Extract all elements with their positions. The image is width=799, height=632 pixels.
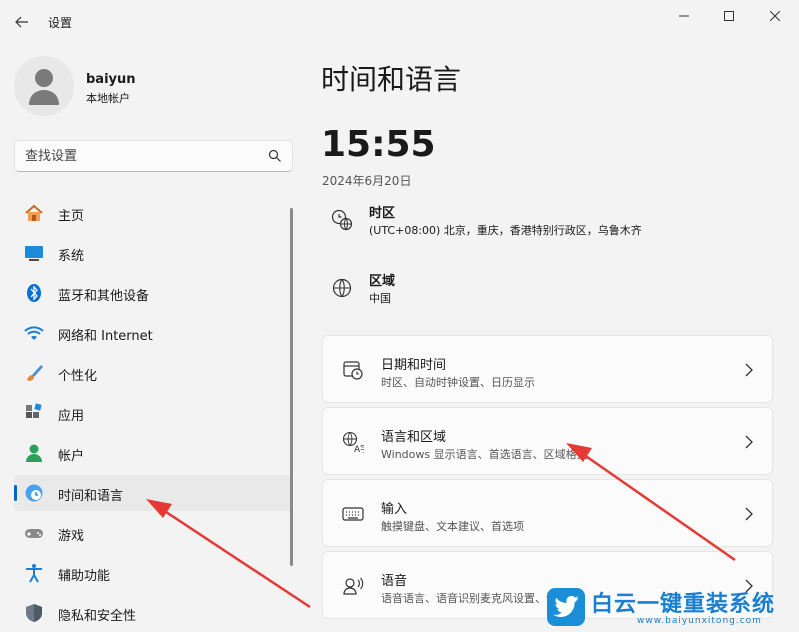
home-icon <box>24 203 44 223</box>
region-title: 区域 <box>369 274 396 289</box>
search-box[interactable] <box>14 140 293 172</box>
maximize-icon <box>724 11 734 21</box>
svg-text:A字: A字 <box>354 443 364 453</box>
timezone-title: 时区 <box>369 206 396 221</box>
user-name: baiyun <box>86 72 136 87</box>
active-indicator <box>14 485 17 501</box>
card-subtitle: 触摸键盘、文本建议、首选项 <box>381 520 524 533</box>
card-title: 输入 <box>381 502 408 517</box>
maximize-button[interactable] <box>709 6 749 26</box>
accessibility-icon <box>24 563 44 583</box>
card-subtitle: 时区、自动时钟设置、日历显示 <box>381 376 535 389</box>
sidebar-item-label: 主页 <box>58 209 85 224</box>
speech-icon <box>341 574 365 598</box>
sidebar-item-accounts[interactable]: 帐户 <box>14 435 293 471</box>
card-title: 语言和区域 <box>381 430 447 445</box>
sidebar-item-network[interactable]: 网络和 Internet <box>14 315 293 351</box>
close-button[interactable] <box>755 6 795 26</box>
shield-icon <box>24 603 44 623</box>
user-icon <box>29 69 59 105</box>
paintbrush-icon <box>24 363 44 383</box>
sidebar-item-personalization[interactable]: 个性化 <box>14 355 293 391</box>
bird-logo-icon <box>547 588 585 626</box>
search-input[interactable] <box>25 147 255 165</box>
clock-globe-icon <box>330 208 354 232</box>
sidebar-item-system[interactable]: 系统 <box>14 235 293 271</box>
sidebar-item-label: 网络和 Internet <box>58 329 153 344</box>
chevron-right-icon <box>745 435 753 449</box>
minimize-icon <box>679 15 689 17</box>
sidebar-item-label: 蓝牙和其他设备 <box>58 289 150 304</box>
watermark-url: www.baiyunxitong.com <box>637 616 762 626</box>
card-date-time[interactable]: 日期和时间 时区、自动时钟设置、日历显示 <box>322 335 773 403</box>
watermark: 白云一键重装系统 www.baiyunxitong.com <box>545 586 799 632</box>
calendar-clock-icon <box>341 358 365 382</box>
person-icon <box>24 443 44 463</box>
keyboard-icon <box>341 502 365 526</box>
sidebar-item-label: 系统 <box>58 249 85 264</box>
sidebar-item-label: 个性化 <box>58 369 98 384</box>
close-icon <box>770 11 780 21</box>
sidebar-item-privacy[interactable]: 隐私和安全性 <box>14 595 293 631</box>
apps-icon <box>24 403 44 423</box>
sidebar-item-apps[interactable]: 应用 <box>14 395 293 431</box>
current-date: 2024年6月20日 <box>322 174 412 188</box>
card-subtitle: Windows 显示语言、首选语言、区域格式 <box>381 448 588 461</box>
card-language-region[interactable]: A字 语言和区域 Windows 显示语言、首选语言、区域格式 <box>322 407 773 475</box>
minimize-button[interactable] <box>664 6 704 26</box>
sidebar-item-label: 辅助功能 <box>58 569 111 584</box>
sidebar-item-home[interactable]: 主页 <box>14 195 293 231</box>
sidebar-item-gaming[interactable]: 游戏 <box>14 515 293 551</box>
sidebar-item-label: 帐户 <box>58 449 85 464</box>
account-type: 本地帐户 <box>86 92 130 105</box>
sidebar-item-label: 应用 <box>58 409 85 424</box>
wifi-icon <box>24 323 44 343</box>
sidebar-item-time-language[interactable]: 时间和语言 <box>14 475 293 511</box>
app-title: 设置 <box>48 16 73 30</box>
watermark-text: 白云一键重装系统 <box>591 592 776 617</box>
bluetooth-icon <box>24 283 44 303</box>
search-icon[interactable] <box>268 149 282 163</box>
sidebar-item-label: 时间和语言 <box>58 489 124 504</box>
avatar <box>14 56 74 116</box>
globe-icon <box>330 276 354 300</box>
current-time: 15:55 <box>321 124 436 165</box>
card-subtitle: 语音语言、语音识别麦克风设置、语音 <box>381 592 568 605</box>
arrow-left-icon <box>15 16 28 28</box>
chevron-right-icon <box>745 363 753 377</box>
gamepad-icon <box>24 523 44 543</box>
card-title: 日期和时间 <box>381 358 447 373</box>
sidebar-item-bluetooth[interactable]: 蓝牙和其他设备 <box>14 275 293 311</box>
sidebar-item-label: 隐私和安全性 <box>58 609 137 624</box>
sidebar-item-label: 游戏 <box>58 529 85 544</box>
clock-globe-icon <box>24 483 44 503</box>
chevron-right-icon <box>745 507 753 521</box>
title-bar: 设置 <box>0 0 799 40</box>
card-title: 语音 <box>381 574 408 589</box>
sidebar-scrollbar[interactable] <box>290 208 293 566</box>
region-value: 中国 <box>369 292 391 305</box>
page-title: 时间和语言 <box>321 63 462 96</box>
timezone-value: (UTC+08:00) 北京，重庆，香港特别行政区，乌鲁木齐 <box>369 224 642 237</box>
language-icon: A字 <box>341 430 365 454</box>
card-typing[interactable]: 输入 触摸键盘、文本建议、首选项 <box>322 479 773 547</box>
sidebar-item-accessibility[interactable]: 辅助功能 <box>14 555 293 591</box>
back-button[interactable] <box>10 10 34 34</box>
monitor-icon <box>24 243 44 263</box>
